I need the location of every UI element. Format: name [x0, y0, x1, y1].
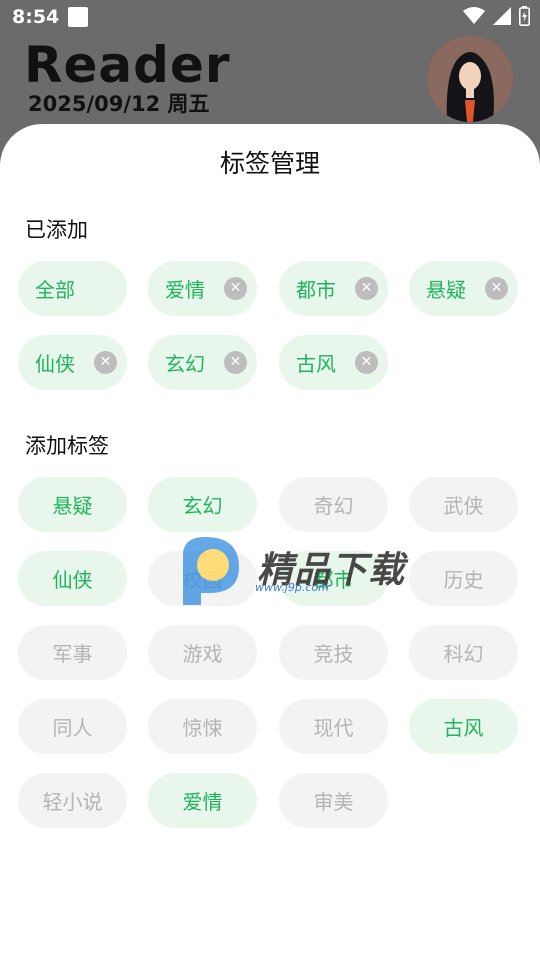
available-tag-chip[interactable]: 审美	[279, 773, 388, 828]
available-tag-chip[interactable]: 现代	[279, 699, 388, 754]
available-tag-chip[interactable]: 仙侠	[18, 551, 127, 606]
added-tag-chip[interactable]: 古风 ✕	[279, 335, 388, 390]
available-tag-chip[interactable]: 游戏	[148, 625, 257, 680]
added-tag-label: 都市	[296, 278, 336, 302]
avatar[interactable]	[427, 36, 513, 122]
available-tag-chip[interactable]: 玄幻	[148, 477, 257, 532]
available-tag-chip[interactable]: 历史	[409, 551, 518, 606]
added-tag-label: 玄幻	[165, 352, 205, 376]
remove-tag-icon[interactable]: ✕	[355, 351, 378, 374]
added-section-label: 已添加	[25, 218, 88, 242]
available-tag-chip[interactable]: 奇幻	[279, 477, 388, 532]
remove-tag-icon[interactable]: ✕	[94, 351, 117, 374]
signal-icon	[493, 7, 511, 25]
date-label: 2025/09/12 周五	[28, 92, 210, 116]
added-tag-chip[interactable]: 爱情 ✕	[148, 261, 257, 316]
added-tag-label: 全部	[35, 278, 75, 302]
available-tag-chip[interactable]: 竞技	[279, 625, 388, 680]
available-tag-chip[interactable]: 爱情	[148, 773, 257, 828]
add-tags-section-label: 添加标签	[25, 434, 109, 458]
wifi-icon	[463, 7, 485, 24]
app-title: Reader	[24, 36, 231, 94]
remove-tag-icon[interactable]: ✕	[224, 277, 247, 300]
added-tag-chip[interactable]: 全部	[18, 261, 127, 316]
remove-tag-icon[interactable]: ✕	[485, 277, 508, 300]
added-tag-chip[interactable]: 悬疑 ✕	[409, 261, 518, 316]
available-tag-chip[interactable]: 同人	[18, 699, 127, 754]
added-tag-chip[interactable]: 仙侠 ✕	[18, 335, 127, 390]
status-icons	[463, 6, 530, 26]
tag-management-sheet: 标签管理 已添加 全部 爱情 ✕ 都市 ✕ 悬疑 ✕ 仙侠 ✕ 玄幻 ✕ 古风 ✕ 添加标签 悬疑 玄幻奇…	[0, 124, 540, 960]
battery-icon	[519, 6, 530, 26]
status-time: 8:54	[12, 6, 60, 28]
available-tag-chip[interactable]: 古风	[409, 699, 518, 754]
available-tag-chip[interactable]: 科幻	[409, 625, 518, 680]
added-tag-chip[interactable]: 都市 ✕	[279, 261, 388, 316]
avatar-portrait-icon	[427, 36, 513, 122]
sheet-title: 标签管理	[219, 149, 320, 178]
available-tag-chip[interactable]: 惊悚	[148, 699, 257, 754]
available-tag-chip[interactable]: 武侠	[409, 477, 518, 532]
available-tag-chip[interactable]: 军事	[18, 625, 127, 680]
notification-icon	[68, 7, 88, 27]
remove-tag-icon[interactable]: ✕	[224, 351, 247, 374]
added-tag-chip[interactable]: 玄幻 ✕	[148, 335, 257, 390]
remove-tag-icon[interactable]: ✕	[355, 277, 378, 300]
added-tag-label: 古风	[296, 352, 336, 376]
added-tag-label: 仙侠	[35, 352, 75, 376]
added-tag-label: 爱情	[165, 278, 205, 302]
added-tag-label: 悬疑	[426, 278, 466, 302]
status-bar: 8:54	[0, 0, 540, 36]
available-tag-chip[interactable]: 校园	[148, 551, 257, 606]
available-tag-chip[interactable]: 轻小说	[18, 773, 127, 828]
available-tag-chip[interactable]: 都市	[279, 551, 388, 606]
available-tag-chip[interactable]: 悬疑	[18, 477, 127, 532]
